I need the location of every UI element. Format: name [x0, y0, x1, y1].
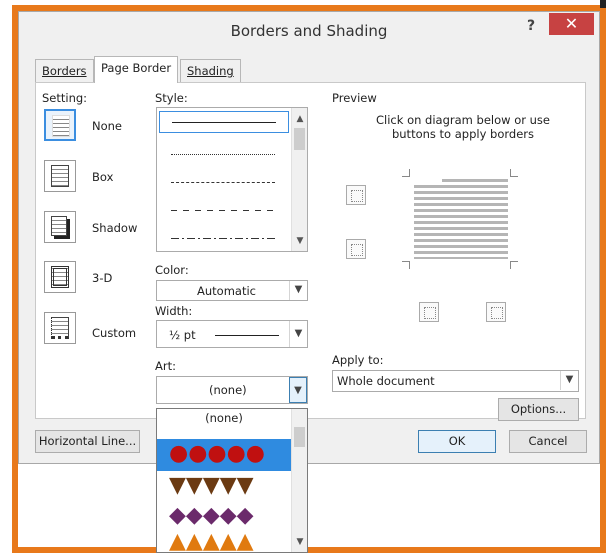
art-option-none-label: (none) [205, 411, 243, 425]
art-scrollbar[interactable]: ▼ [291, 409, 307, 552]
preview-indent-mask [414, 179, 442, 185]
preview-corner-br [510, 261, 518, 269]
ok-button[interactable]: OK [418, 430, 496, 453]
art-value: (none) [209, 383, 247, 397]
preview-instruction: Click on diagram below or use buttons to… [376, 113, 550, 141]
style-long-dash-line[interactable] [171, 210, 275, 211]
art-option-candy[interactable]: ◆◆◆◆◆ [157, 501, 291, 531]
cancel-button[interactable]: Cancel [509, 430, 587, 453]
window-title: Borders and Shading [230, 22, 388, 40]
style-scrollbar[interactable]: ▲ ▼ [291, 108, 307, 251]
setting-heading: Setting: [42, 91, 88, 105]
scroll-down-icon[interactable]: ▼ [292, 236, 308, 246]
art-option-none[interactable]: (none) [157, 411, 291, 435]
art-option-apples[interactable]: ●●●●● [157, 439, 291, 471]
art-scroll-thumb[interactable] [294, 427, 305, 447]
style-solid-line [172, 122, 276, 123]
setting-none-label[interactable]: None [92, 119, 122, 133]
art-option-cakes[interactable]: ▼▼▼▼▼ [157, 471, 291, 501]
tab-shading[interactable]: Shading [180, 59, 241, 82]
left-border-button[interactable] [419, 302, 439, 322]
preview-corner-tl [402, 169, 410, 177]
color-heading: Color: [155, 263, 189, 277]
tab-borders-label: Borders [42, 64, 87, 78]
width-combo[interactable]: ½ pt ▼ [156, 320, 308, 348]
frame-border-right [600, 5, 606, 553]
style-heading: Style: [155, 91, 188, 105]
options-button[interactable]: Options... [498, 398, 579, 421]
setting-3d-label[interactable]: 3-D [92, 271, 112, 285]
style-selected-item[interactable] [159, 111, 289, 133]
top-border-button[interactable] [346, 185, 366, 205]
style-listbox[interactable]: ▲ ▼ [156, 107, 308, 252]
art-combo[interactable]: (none) ▼ [156, 376, 308, 404]
candy-corn-art-icon: ▲▲▲▲▲ [169, 531, 254, 553]
setting-none-icon[interactable] [44, 109, 76, 141]
tab-page-border-label: Page Border [101, 61, 172, 75]
width-line-sample [215, 335, 279, 336]
style-scroll-thumb[interactable] [294, 128, 305, 150]
preview-heading: Preview [332, 91, 377, 105]
right-border-button[interactable] [486, 302, 506, 322]
art-heading: Art: [155, 359, 176, 373]
tab-page-border[interactable]: Page Border [94, 56, 179, 83]
preview-text-lines [414, 179, 508, 259]
apply-to-combo[interactable]: Whole document ▼ [332, 370, 579, 392]
art-option-candy-corn[interactable]: ▲▲▲▲▲ [157, 531, 291, 553]
color-value: Automatic [197, 284, 256, 298]
width-heading: Width: [155, 304, 193, 318]
cake-art-icon: ▼▼▼▼▼ [169, 473, 254, 498]
close-button[interactable]: ✕ [549, 13, 594, 35]
setting-shadow-icon[interactable] [44, 211, 76, 243]
style-dotted-line[interactable] [171, 154, 275, 155]
preview-corner-tr [510, 169, 518, 177]
horizontal-line-button[interactable]: Horizontal Line... [35, 430, 140, 453]
chevron-down-icon[interactable]: ▼ [289, 281, 307, 300]
setting-box-icon[interactable] [44, 160, 76, 192]
borders-and-shading-dialog: Borders and Shading ? ✕ Borders Page Bor… [18, 11, 600, 464]
apple-art-icon: ●●●●● [169, 441, 265, 466]
setting-3d-icon[interactable] [44, 261, 76, 293]
art-dropdown-list[interactable]: (none) ●●●●● ▼▼▼▼▼ ◆◆◆◆◆ ▲▲▲▲▲ ▼ [156, 408, 308, 553]
setting-box-label[interactable]: Box [92, 170, 113, 184]
style-dash-dot-line[interactable] [171, 238, 275, 239]
chevron-down-icon[interactable]: ▼ [289, 377, 307, 403]
candy-art-icon: ◆◆◆◆◆ [169, 503, 254, 528]
style-dashed-line[interactable] [171, 182, 275, 183]
width-value: ½ pt [169, 328, 196, 342]
frame-corner-mark [600, 0, 606, 8]
titlebar: Borders and Shading ? ✕ [19, 12, 599, 54]
setting-shadow-label[interactable]: Shadow [92, 221, 137, 235]
scroll-down-icon[interactable]: ▼ [292, 537, 308, 547]
preview-diagram[interactable] [402, 169, 518, 269]
setting-custom-icon[interactable] [44, 312, 76, 344]
apply-to-value: Whole document [337, 374, 435, 388]
apply-to-heading: Apply to: [332, 353, 384, 367]
frame-border-bottom [12, 547, 606, 553]
page-border-panel: Setting: None Box Shadow 3-D Custom Styl… [35, 82, 586, 421]
scroll-up-icon[interactable]: ▲ [292, 114, 308, 124]
preview-corner-bl [402, 261, 410, 269]
help-button[interactable]: ? [527, 18, 535, 34]
setting-custom-label[interactable]: Custom [92, 326, 136, 340]
bottom-border-button[interactable] [346, 239, 366, 259]
color-combo[interactable]: Automatic ▼ [156, 280, 308, 301]
tab-borders[interactable]: Borders [35, 59, 94, 82]
tab-shading-label: Shading [187, 64, 234, 78]
chevron-down-icon[interactable]: ▼ [289, 321, 307, 347]
chevron-down-icon[interactable]: ▼ [560, 371, 578, 390]
